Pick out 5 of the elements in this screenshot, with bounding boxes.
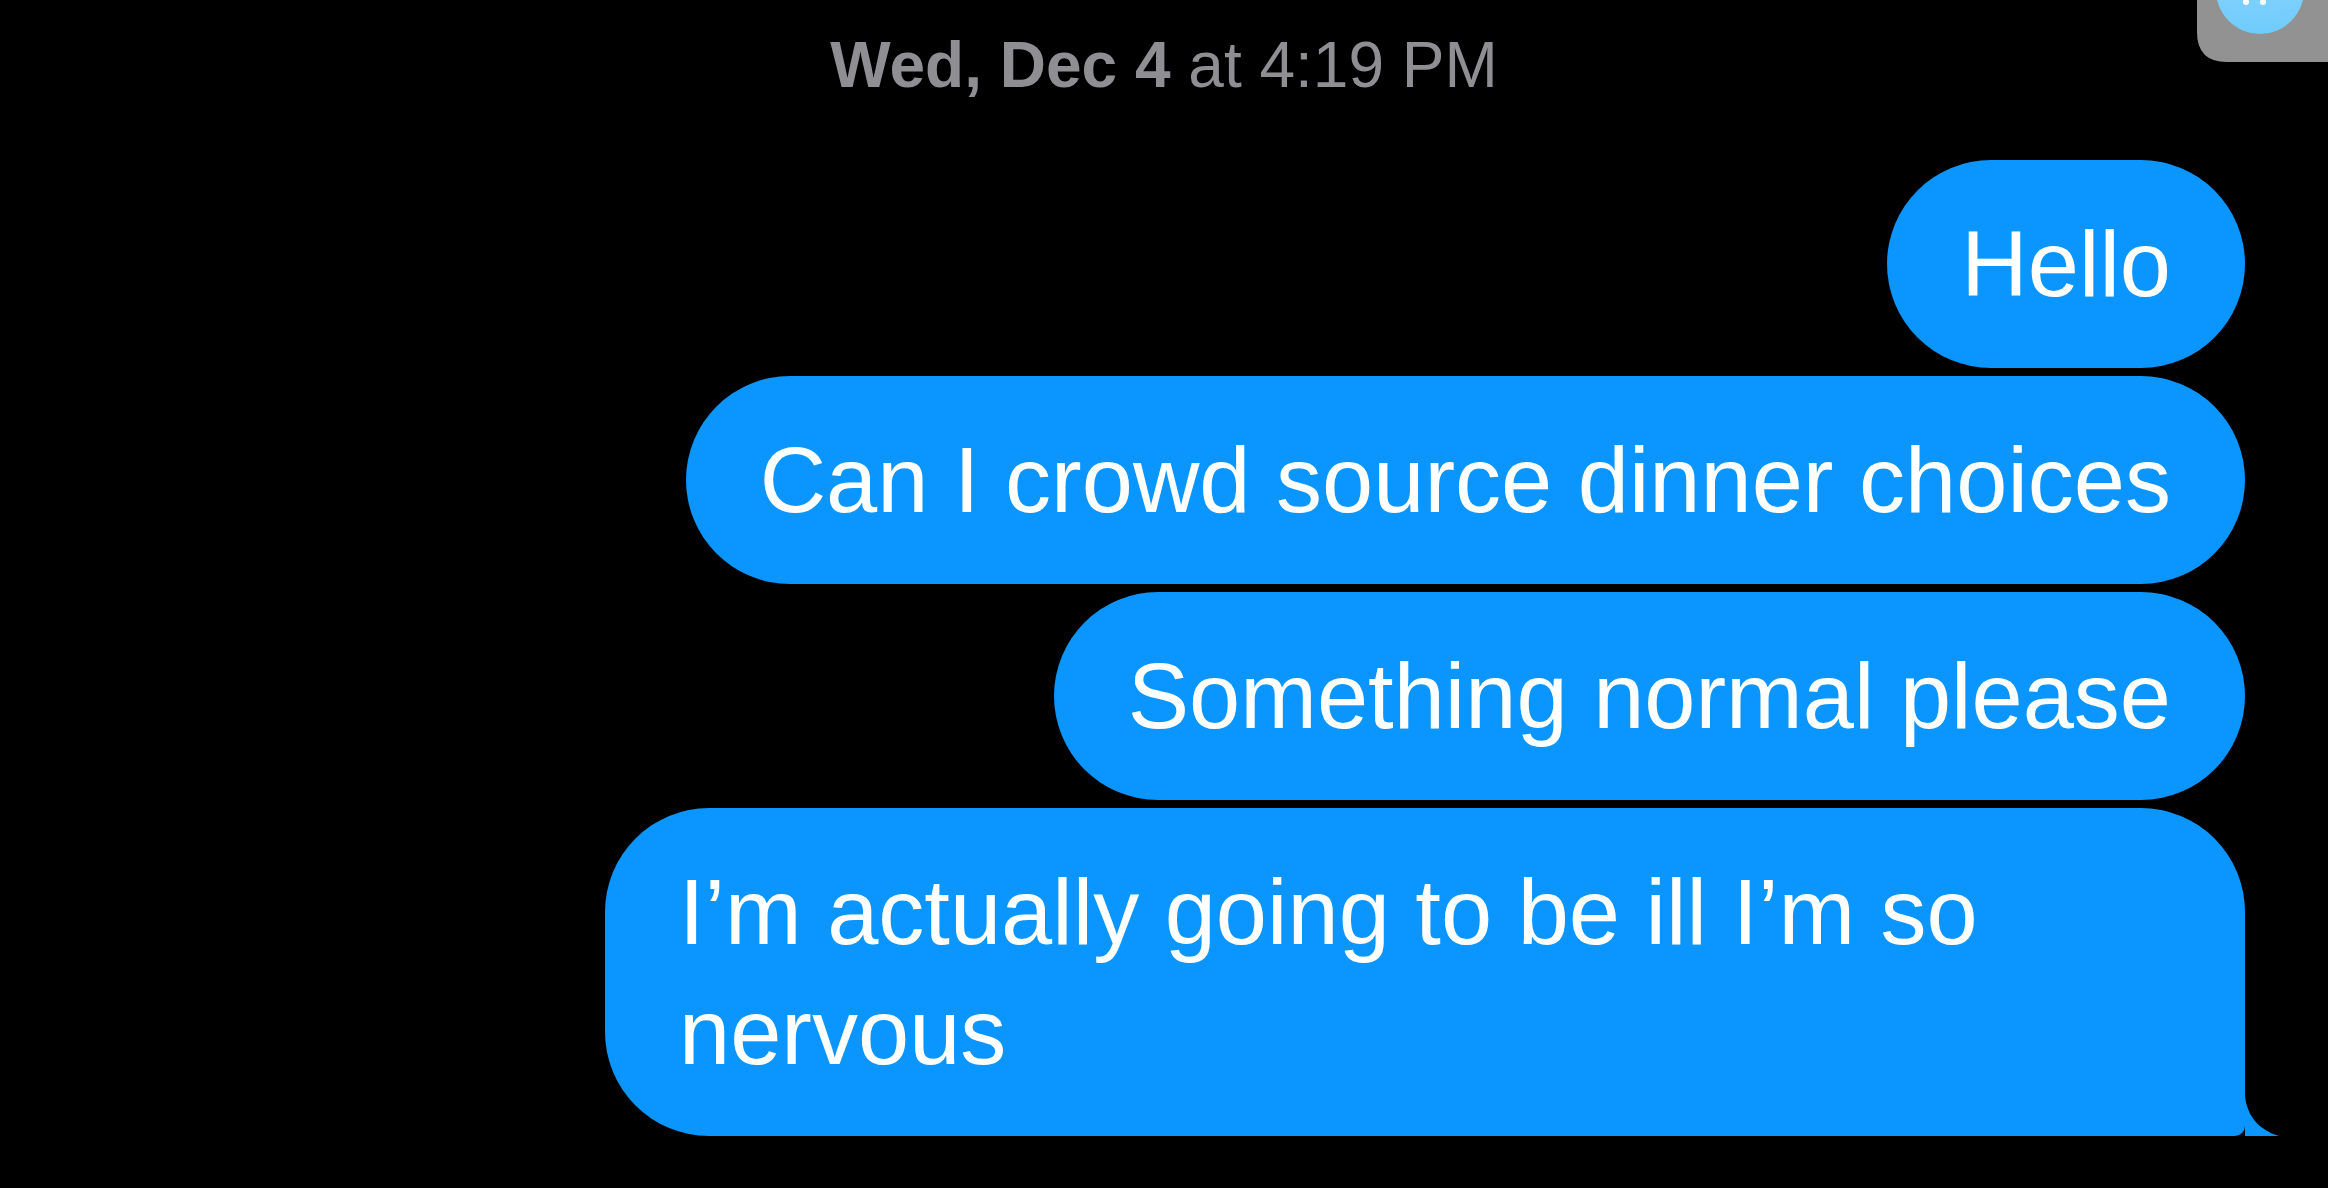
message-bubble: Hello bbox=[1887, 160, 2245, 368]
message-bubble: Something normal please bbox=[1053, 592, 2245, 800]
message-bubble: Can I crowd source dinner choices bbox=[685, 376, 2245, 584]
message-bubble: I’m actually going to be ill I’m so nervous bbox=[605, 808, 2245, 1136]
timestamp: Wed, Dec 4 at 4:19 PM bbox=[830, 33, 1498, 97]
